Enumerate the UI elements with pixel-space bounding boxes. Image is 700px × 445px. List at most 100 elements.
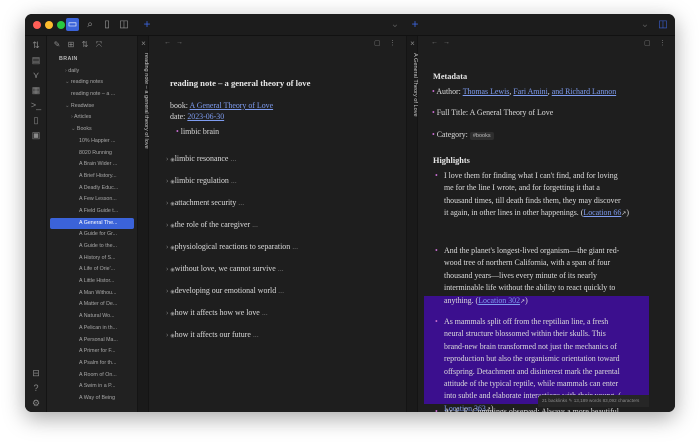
close-window-button[interactable] <box>33 21 41 29</box>
chevron-right-icon[interactable]: › <box>166 309 168 317</box>
ellipsis[interactable]: ... <box>262 308 268 317</box>
sidebar-file[interactable]: A Swim in a P... <box>47 381 137 393</box>
new-folder-icon[interactable]: ⊞ <box>65 39 77 51</box>
ellipsis[interactable]: ... <box>230 154 236 163</box>
location-link[interactable]: Location 66 <box>583 208 621 217</box>
new-tab-icon[interactable]: + <box>140 18 154 31</box>
location-link[interactable]: Location 302 <box>478 296 520 305</box>
sidebar-file[interactable]: A Matter of De... <box>47 299 137 311</box>
command-icon[interactable]: ⇅ <box>29 38 43 52</box>
sidebar-file[interactable]: A Natural Wo... <box>47 311 137 323</box>
sidebar-file[interactable]: A History of S... <box>47 253 137 265</box>
sidebar-folder[interactable]: ⌄ Readwise <box>47 101 137 113</box>
sidebar-file[interactable]: A Personal Ma... <box>47 335 137 347</box>
chevron-right-icon[interactable]: › <box>166 331 168 339</box>
back-arrow-right-icon[interactable]: ← <box>431 39 438 46</box>
chevron-right-icon[interactable]: › <box>166 199 168 207</box>
reading-view-icon[interactable]: ▢ <box>374 39 381 47</box>
chevron-right-icon[interactable]: › <box>166 243 168 251</box>
graph-icon[interactable]: ⋎ <box>29 68 43 82</box>
sidebar-file[interactable]: A Few Lesson... <box>47 194 137 206</box>
vault-name[interactable]: BRAIN <box>47 54 137 66</box>
category-tag[interactable]: #books <box>469 132 494 140</box>
back-arrow-icon[interactable]: ← <box>164 39 171 46</box>
sidebar-file[interactable]: A Deadly Educ... <box>47 183 137 195</box>
stacked-tab-right[interactable]: × A General Theory of Love <box>407 36 418 412</box>
chevron-right-icon[interactable]: › <box>166 265 168 273</box>
settings-gear-icon[interactable]: ⚙ <box>29 396 43 410</box>
new-note-icon[interactable]: ✎ <box>51 39 63 51</box>
ellipsis[interactable]: ... <box>253 330 259 339</box>
search-icon[interactable]: ⌕ <box>83 18 97 31</box>
backlinks-count[interactable]: 21 backlinks <box>542 398 567 403</box>
tab-title-right[interactable]: A General Theory of Love <box>412 53 418 117</box>
author-link-3[interactable]: and Richard Lannon <box>552 87 616 96</box>
more-options-icon[interactable]: ⋮ <box>389 39 396 47</box>
sidebar-toggle-icon[interactable]: ◫ <box>117 18 131 31</box>
chevron-right-icon[interactable]: › <box>166 177 168 185</box>
ellipsis[interactable]: ... <box>278 286 284 295</box>
collapse-all-icon[interactable]: ⤧ <box>93 39 105 51</box>
outline-item[interactable]: › ◉the role of the caregiver ... <box>166 220 258 229</box>
sidebar-file[interactable]: A Field Guide t... <box>47 206 137 218</box>
sidebar-file[interactable]: 10% Happier ... <box>47 136 137 148</box>
vault-icon[interactable]: ⊟ <box>29 366 43 380</box>
close-tab-icon[interactable]: × <box>138 39 149 48</box>
help-icon[interactable]: ? <box>29 381 43 395</box>
sidebar-folder[interactable]: › daily <box>47 66 137 78</box>
ellipsis[interactable]: ... <box>278 264 284 273</box>
sort-icon[interactable]: ⇅ <box>79 39 91 51</box>
date-link[interactable]: 2023-06-30 <box>187 112 224 121</box>
more-options-right-icon[interactable]: ⋮ <box>659 39 666 47</box>
sidebar-file[interactable]: reading note – a ... <box>47 89 137 101</box>
chevron-right-icon[interactable]: › <box>166 155 168 163</box>
sidebar-file[interactable]: A Pelican in th... <box>47 323 137 335</box>
author-link-2[interactable]: Fari Amini <box>513 87 547 96</box>
chevron-right-icon[interactable]: › <box>166 287 168 295</box>
ellipsis[interactable]: ... <box>231 176 237 185</box>
chevron-right-icon[interactable]: › <box>166 221 168 229</box>
bookmark-icon[interactable]: ▯ <box>100 18 114 31</box>
sidebar-file[interactable]: A Man Withou... <box>47 288 137 300</box>
outline-item[interactable]: › ◉how it affects how we love ... <box>166 308 268 317</box>
book-link[interactable]: A General Theory of Love <box>190 101 274 110</box>
sidebar-file[interactable]: 8020 Running <box>47 148 137 160</box>
sidebar-folder[interactable]: ⌄ Books <box>47 124 137 136</box>
sidebar-file[interactable]: A Guide for Gr... <box>47 229 137 241</box>
ellipsis[interactable]: ... <box>292 242 298 251</box>
sidebar-file[interactable]: A Guide to the... <box>47 241 137 253</box>
sidebar-file[interactable]: A Brief History... <box>47 171 137 183</box>
chevron-down-right-icon[interactable]: ⌄ <box>638 18 652 31</box>
sidebar-folder[interactable]: ⌄ reading notes <box>47 77 137 89</box>
sidebar-file[interactable]: A Brain Wider ... <box>47 159 137 171</box>
new-tab-right-icon[interactable]: + <box>408 18 422 31</box>
sidebar-file[interactable]: A Little Histor... <box>47 276 137 288</box>
forward-arrow-right-icon[interactable]: → <box>443 39 450 46</box>
calendar-icon[interactable]: ▣ <box>29 128 43 142</box>
grid-icon[interactable]: ▦ <box>29 83 43 97</box>
outline-item[interactable]: › ◉without love, we cannot survive ... <box>166 264 284 273</box>
forward-arrow-icon[interactable]: → <box>176 39 183 46</box>
edit-icon[interactable]: ✎ <box>569 398 573 403</box>
outline-item[interactable]: › ◉limbic regulation ... <box>166 176 237 185</box>
author-link-1[interactable]: Thomas Lewis <box>463 87 510 96</box>
zoom-window-button[interactable] <box>57 21 65 29</box>
tab-title-left[interactable]: reading note – a general theory of love <box>143 53 149 149</box>
right-sidebar-toggle-icon[interactable]: ◫ <box>656 18 670 31</box>
reading-view-right-icon[interactable]: ▢ <box>644 39 651 47</box>
file-icon[interactable]: ▤ <box>29 53 43 67</box>
ellipsis[interactable]: ... <box>252 220 258 229</box>
stacked-tab-left[interactable]: × reading note – a general theory of lov… <box>138 36 149 412</box>
outline-item[interactable]: › ◉how it affects our future ... <box>166 330 259 339</box>
ellipsis[interactable]: ... <box>238 198 244 207</box>
sidebar-file[interactable]: A Way of Being <box>47 393 137 405</box>
sidebar-file[interactable]: A Primer for F... <box>47 346 137 358</box>
minimize-window-button[interactable] <box>45 21 53 29</box>
external-link-icon[interactable]: ↗ <box>520 299 525 305</box>
sidebar-folder[interactable]: › Articles <box>47 112 137 124</box>
close-tab-right-icon[interactable]: × <box>407 39 418 48</box>
outline-item[interactable]: › ◉developing our emotional world ... <box>166 286 284 295</box>
external-link-icon[interactable]: ↗ <box>621 211 626 217</box>
terminal-icon[interactable]: >_ <box>29 98 43 112</box>
outline-item[interactable]: › ◉attachment security ... <box>166 198 244 207</box>
